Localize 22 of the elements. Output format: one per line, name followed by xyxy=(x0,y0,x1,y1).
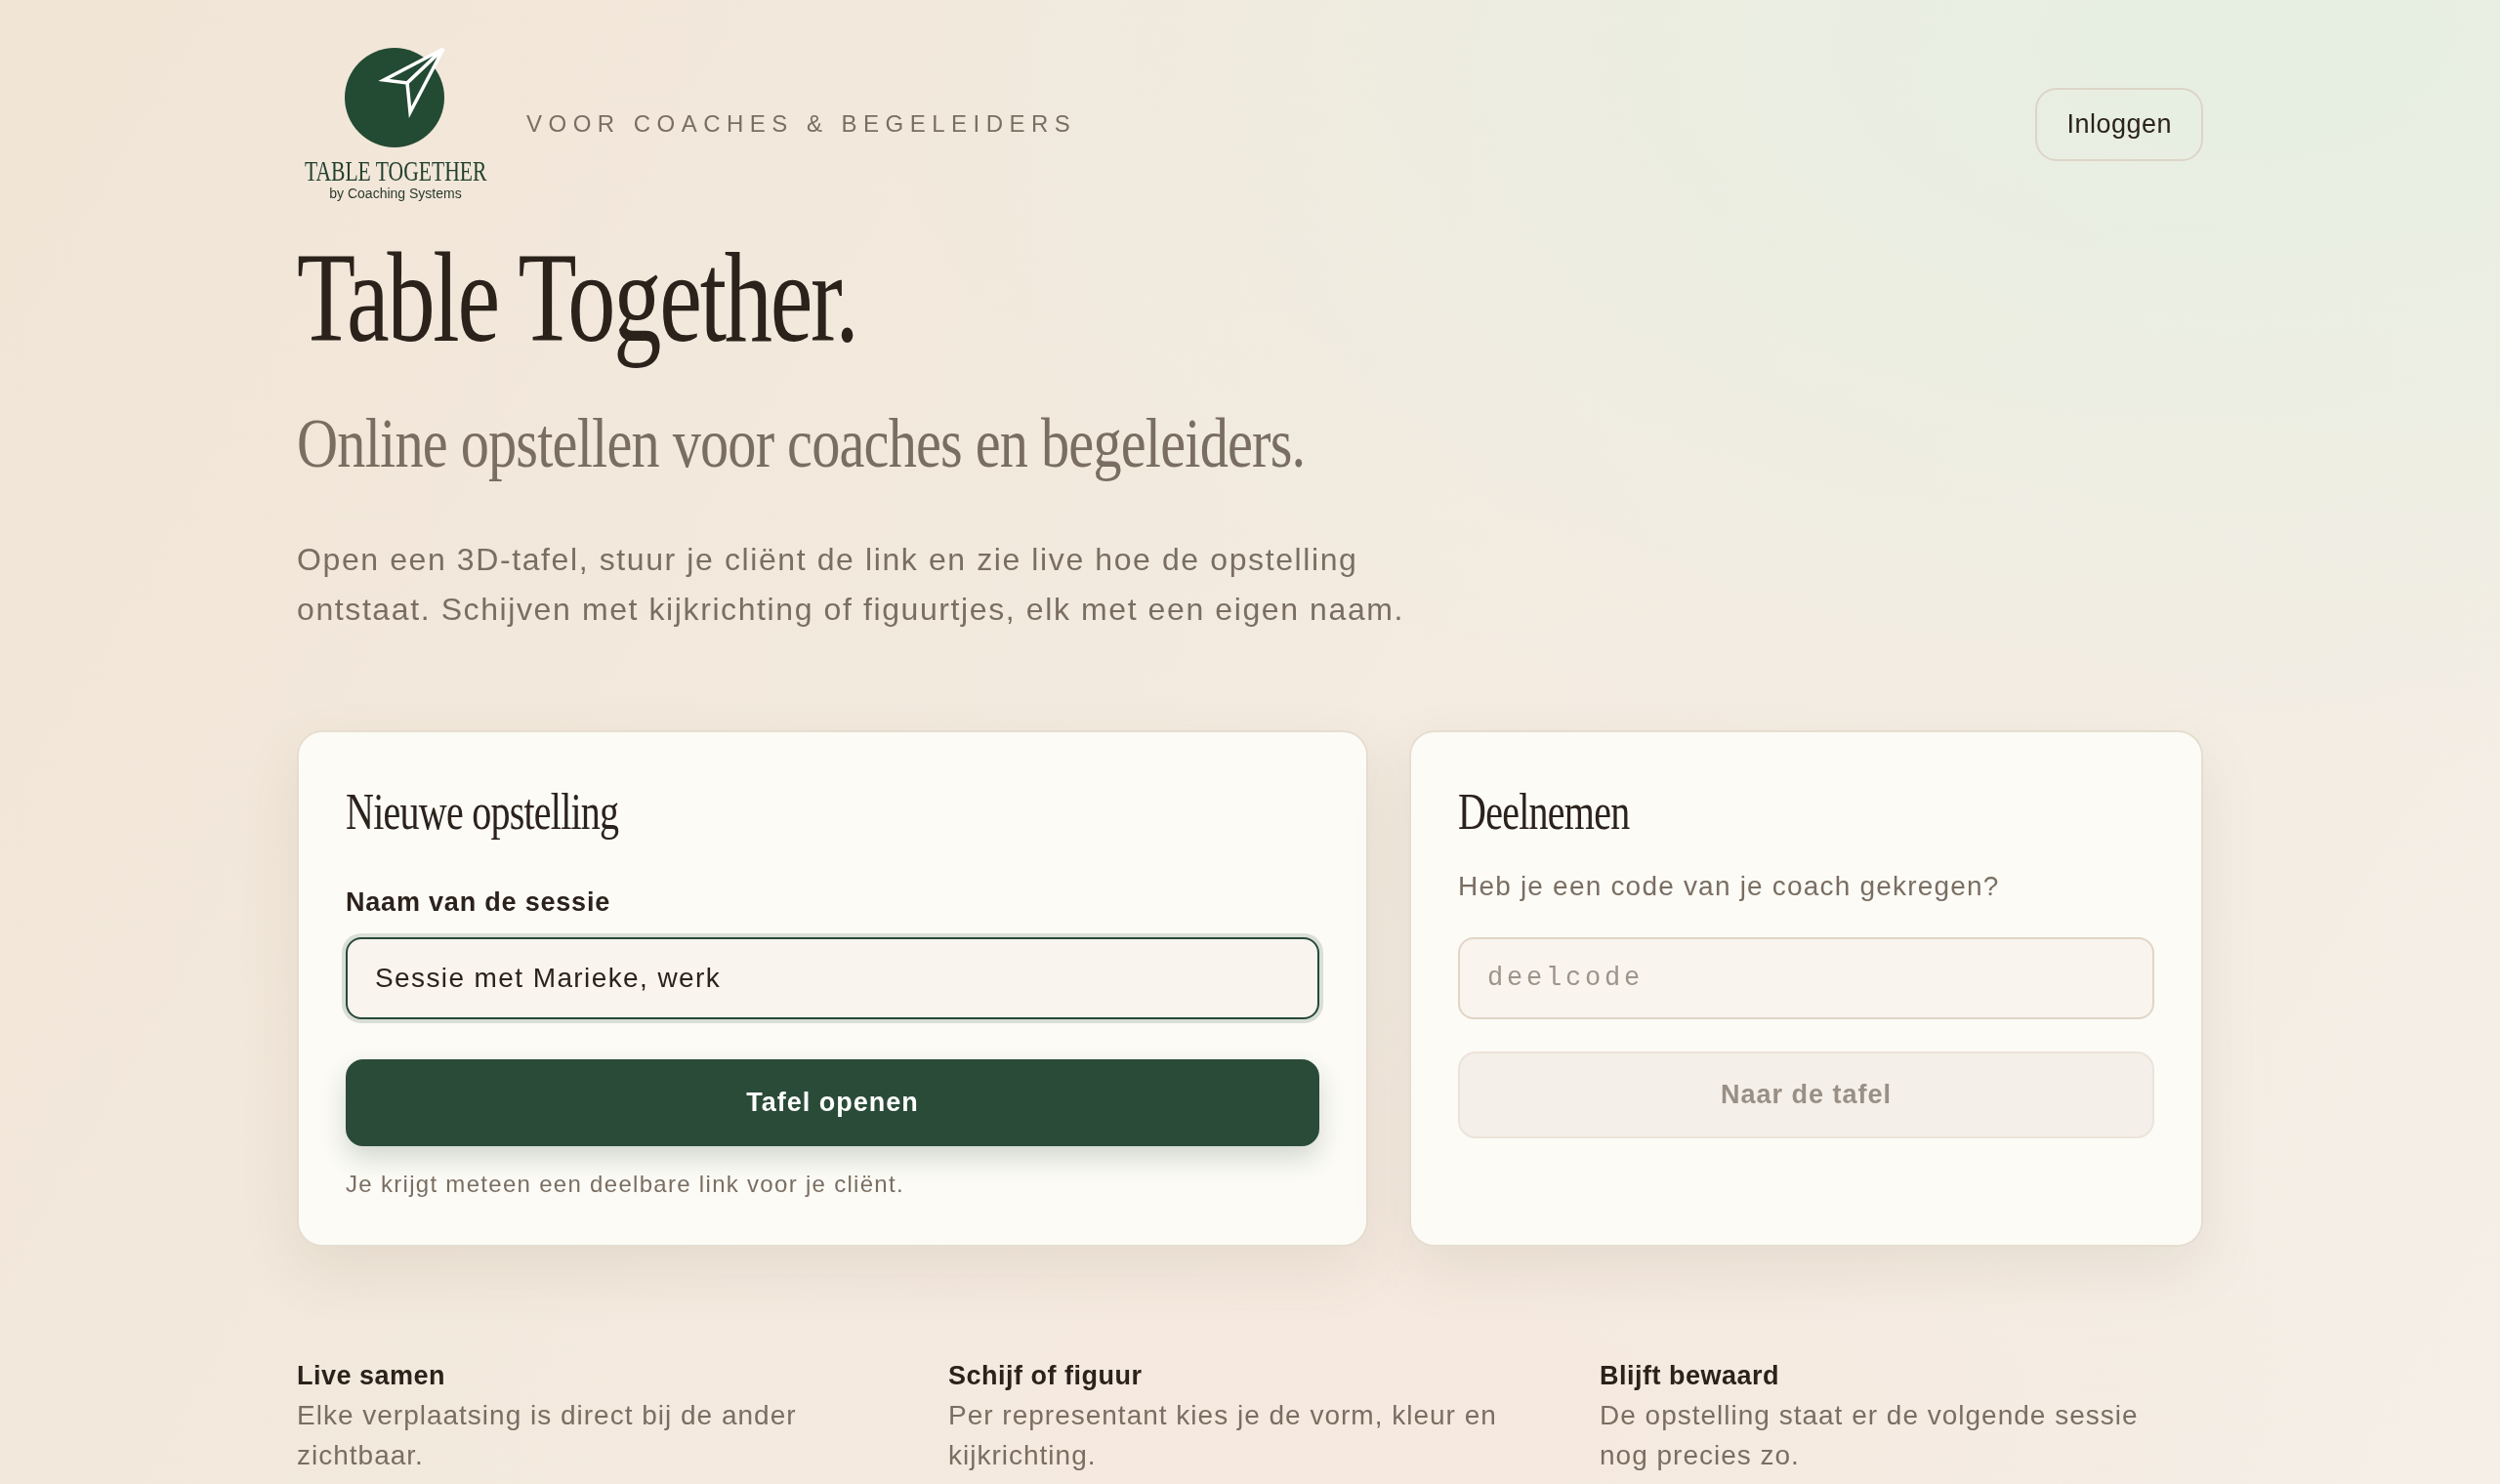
field-label: Naam van de sessie xyxy=(346,886,612,919)
card-prompt: Heb je een code van je coach gekregen? xyxy=(1458,869,2001,903)
intro-text: Open een 3D-tafel, stuur je cliënt de link en zie live hoe de opstelling ontstaat. Schijven met kijkrichting of figuurtjes, elk met een eigen naam. xyxy=(297,540,1406,629)
tagline: VOOR COACHES & BEGELEIDERS xyxy=(526,110,1077,138)
page-title: Table Together. xyxy=(297,225,857,371)
feature-title: Blijft bewaard xyxy=(1600,1359,1781,1392)
feature-title: Schijf of figuur xyxy=(948,1359,1144,1392)
card-title: Nieuwe opstelling xyxy=(346,783,619,840)
action-button[interactable]: Tafel openen xyxy=(346,1058,1319,1146)
feature-title: Live samen xyxy=(297,1359,447,1392)
text-field[interactable]: Sessie met Marieke, werk xyxy=(346,936,1319,1019)
paper-plane-logo-icon xyxy=(344,46,447,147)
feature-text: Elke verplaatsing is direct bij de ander zichtbaar. xyxy=(297,1398,798,1472)
brand-name: TABLE TOGETHER xyxy=(304,157,487,186)
page-subtitle: Online opstellen voor coaches en begeleiders. xyxy=(297,403,1306,485)
code-field[interactable]: deelcode xyxy=(1458,936,2154,1019)
card-title: Deelnemen xyxy=(1458,783,1630,840)
login-button[interactable]: Inloggen xyxy=(2035,87,2203,161)
hint-text: Je krijgt meteen een deelbare link voor je cliënt. xyxy=(346,1169,905,1199)
feature-text: De opstelling staat er de volgende sessie nog precies zo. xyxy=(1600,1398,2140,1472)
feature-text: Per representant kies je de vorm, kleur en kijkrichting. xyxy=(948,1398,1498,1472)
brand-byline: by Coaching Systems xyxy=(329,186,462,202)
